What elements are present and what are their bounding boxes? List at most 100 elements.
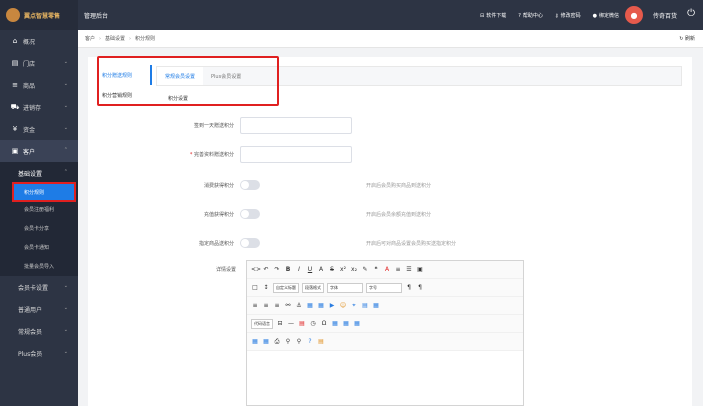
search-replace-icon[interactable]: ⚲ bbox=[295, 338, 303, 346]
align-left-icon[interactable]: ≡ bbox=[251, 302, 259, 310]
editor-toolbar-row: <> ↶ ↷ B I U A S x² x₂ ✎ ❝ A ≡ ☰ ▣ bbox=[247, 261, 523, 279]
merge-cells-icon[interactable]: ▦ bbox=[251, 338, 259, 346]
horizontal-rule-icon[interactable]: — bbox=[287, 320, 295, 328]
menu-points-gift-rule[interactable]: 积分赠送规则 bbox=[96, 65, 152, 85]
line-height-icon[interactable]: ↕ bbox=[262, 284, 270, 292]
download-link[interactable]: ⊟ 软件下载 bbox=[480, 12, 506, 19]
underline-icon[interactable]: U bbox=[306, 266, 314, 274]
video-icon[interactable]: ▶ bbox=[328, 302, 336, 310]
refresh-button[interactable]: ↻ 刷新 bbox=[679, 35, 695, 42]
rtl-icon[interactable]: ¶ bbox=[416, 284, 424, 292]
refresh-icon: ↻ bbox=[679, 36, 684, 42]
menu-icon: ≡ bbox=[12, 81, 18, 89]
help-link[interactable]: ? 帮助中心 bbox=[518, 12, 543, 19]
font-family-select[interactable]: 字体 bbox=[327, 282, 363, 293]
strikethrough-icon[interactable]: S bbox=[328, 266, 336, 274]
heading-select[interactable]: 自定义标题 bbox=[273, 282, 299, 293]
time-icon[interactable]: ◷ bbox=[309, 320, 317, 328]
bold-icon[interactable]: B bbox=[284, 266, 292, 274]
font-color-icon[interactable]: A bbox=[383, 266, 391, 274]
sidebar-item-goods[interactable]: ≡ 商品 ⌄ bbox=[0, 74, 78, 96]
sidebar-item-funds[interactable]: ¥ 资金 ⌄ bbox=[0, 118, 78, 140]
sidebar-item-store[interactable]: ▤ 门店 ⌄ bbox=[0, 52, 78, 74]
superscript-icon[interactable]: x² bbox=[339, 266, 347, 274]
profile-points-input[interactable] bbox=[240, 145, 352, 163]
avatar[interactable]: ● bbox=[625, 6, 643, 24]
align-center-icon[interactable]: ≡ bbox=[262, 302, 270, 310]
appoint-hint: 开启后可对商品设置会员购买送指定积分 bbox=[366, 240, 457, 247]
user-name[interactable]: 传奇百货 bbox=[653, 11, 677, 20]
consume-points-switch[interactable] bbox=[240, 180, 260, 190]
power-icon[interactable]: ⏻ bbox=[687, 8, 695, 19]
sidebar-subheader-basic-settings[interactable]: 基础设置 ⌃ bbox=[0, 162, 78, 184]
recharge-points-switch[interactable] bbox=[240, 209, 260, 219]
sidebar-subgroup: 基础设置 ⌃ 积分规则 会员注册福利 会员卡分享 会员卡通知 批量会员导入 bbox=[0, 162, 78, 276]
tab-regular-member[interactable]: 常规会员设置 bbox=[157, 67, 204, 85]
map-icon[interactable]: ⌖ bbox=[350, 302, 358, 310]
subscript-icon[interactable]: x₂ bbox=[350, 266, 358, 274]
sign-in-points-input[interactable] bbox=[240, 116, 352, 134]
link-icon[interactable]: ⚯ bbox=[284, 302, 292, 310]
print-icon[interactable]: ⎙ bbox=[273, 338, 281, 346]
code-language-select[interactable]: 代码语言 bbox=[251, 318, 273, 329]
menu-points-marketing-rule[interactable]: 积分营销规则 bbox=[96, 85, 152, 105]
sidebar-subitem-register-benefit[interactable]: 会员注册福利 bbox=[0, 200, 78, 219]
sidebar-item-customer[interactable]: ▣ 客户 ⌃ bbox=[0, 140, 78, 162]
table-col-icon[interactable]: ▦ bbox=[353, 320, 361, 328]
multi-image-icon[interactable]: ▦ bbox=[317, 302, 325, 310]
list-unordered-icon[interactable]: ☰ bbox=[405, 266, 413, 274]
font-border-icon[interactable]: A bbox=[317, 266, 325, 274]
breadcrumb-item[interactable]: 基础设置 bbox=[105, 35, 125, 42]
sidebar-subitem-card-notify[interactable]: 会员卡通知 bbox=[0, 238, 78, 257]
help-icon: ? bbox=[518, 12, 521, 19]
table-row-icon[interactable]: ▦ bbox=[342, 320, 350, 328]
pagebreak-icon[interactable]: ⊟ bbox=[276, 320, 284, 328]
image-icon[interactable]: ▦ bbox=[306, 302, 314, 310]
logo[interactable]: 翼点智慧零售 bbox=[0, 0, 78, 30]
appoint-label: 指定商品送积分 bbox=[198, 240, 234, 247]
sidebar-subitem-card-share[interactable]: 会员卡分享 bbox=[0, 219, 78, 238]
preview-icon[interactable]: ⚲ bbox=[284, 338, 292, 346]
sidebar-item-plus-member[interactable]: Plus会员 ⌄ bbox=[0, 342, 78, 364]
sidebar-subitem-points-rule[interactable]: 积分规则 bbox=[12, 182, 76, 202]
date-icon[interactable]: ▤ bbox=[298, 320, 306, 328]
tab-plus-member[interactable]: Plus会员设置 bbox=[203, 67, 249, 85]
paragraph-select[interactable]: 段落格式 bbox=[302, 282, 324, 293]
redo-icon[interactable]: ↷ bbox=[273, 266, 281, 274]
table-insert-icon[interactable]: ▦ bbox=[331, 320, 339, 328]
font-size-select[interactable]: 字号 bbox=[366, 282, 402, 293]
ltr-icon[interactable]: ¶ bbox=[405, 284, 413, 292]
sidebar-item-normal-user[interactable]: 普通用户 ⌄ bbox=[0, 298, 78, 320]
sidebar-subitem-bulk-import[interactable]: 批量会员导入 bbox=[0, 257, 78, 276]
select-all-icon[interactable]: ▣ bbox=[416, 266, 424, 274]
sidebar-item-inventory[interactable]: ⛟ 进销存 ⌄ bbox=[0, 96, 78, 118]
align-right-icon[interactable]: ≡ bbox=[273, 302, 281, 310]
html-source-icon[interactable]: <> bbox=[251, 266, 261, 274]
chevron-down-icon: ⌄ bbox=[63, 125, 68, 131]
special-char-icon[interactable]: Ω bbox=[320, 320, 328, 328]
sidebar-item-regular-member[interactable]: 常规会员 ⌄ bbox=[0, 320, 78, 342]
anchor-icon[interactable]: ⚓ bbox=[295, 302, 303, 310]
emotion-icon[interactable]: ☺ bbox=[339, 302, 347, 310]
quote-icon[interactable]: ❝ bbox=[372, 266, 380, 274]
sidebar-item-card-settings[interactable]: 会员卡设置 ⌄ bbox=[0, 276, 78, 298]
template-icon[interactable]: ▤ bbox=[361, 302, 369, 310]
drafts-icon[interactable]: ▤ bbox=[317, 338, 325, 346]
clear-icon[interactable]: □ bbox=[251, 284, 259, 292]
help-icon[interactable]: ? bbox=[306, 338, 314, 346]
store-icon: ▤ bbox=[11, 59, 19, 67]
chevron-down-icon: ⌄ bbox=[63, 81, 68, 87]
appoint-goods-switch[interactable] bbox=[240, 238, 260, 248]
table-icon[interactable]: ▦ bbox=[372, 302, 380, 310]
change-password-link[interactable]: ⚷ 修改密码 bbox=[555, 12, 581, 19]
breadcrumb-item[interactable]: 客户 bbox=[85, 35, 95, 42]
rich-text-editor[interactable]: <> ↶ ↷ B I U A S x² x₂ ✎ ❝ A ≡ ☰ ▣ □ ↕ 自… bbox=[246, 260, 524, 406]
italic-icon[interactable]: I bbox=[295, 266, 303, 274]
split-cells-icon[interactable]: ▦ bbox=[262, 338, 270, 346]
list-ordered-icon[interactable]: ≡ bbox=[394, 266, 402, 274]
bind-wechat-link[interactable]: ● 绑定微信 bbox=[593, 12, 619, 19]
wechat-icon: ● bbox=[592, 12, 597, 19]
undo-icon[interactable]: ↶ bbox=[262, 266, 270, 274]
sidebar-item-overview[interactable]: ⌂ 概况 bbox=[0, 30, 78, 52]
format-brush-icon[interactable]: ✎ bbox=[361, 266, 369, 274]
